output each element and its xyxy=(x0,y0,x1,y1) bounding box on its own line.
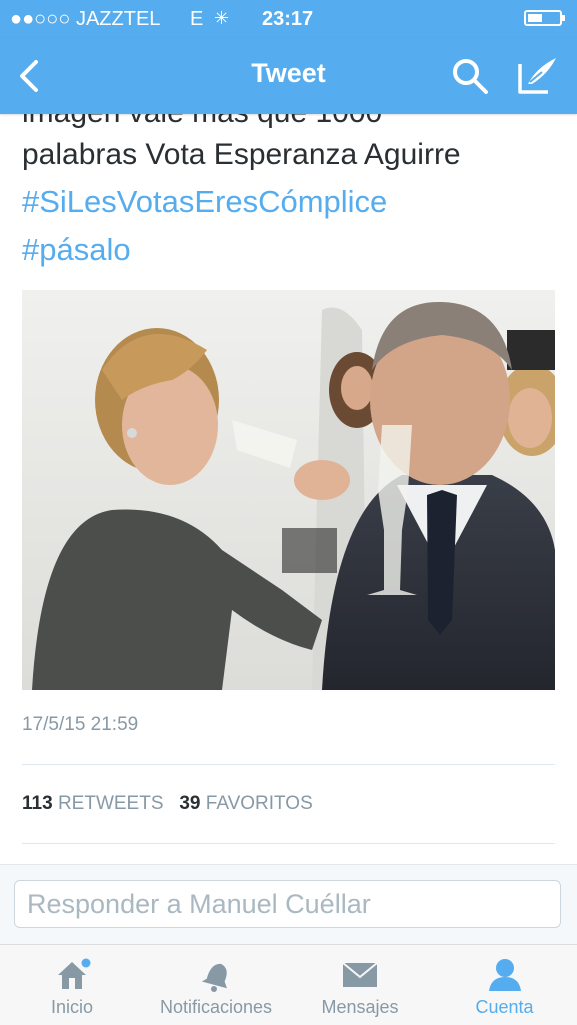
reply-input[interactable] xyxy=(14,880,561,928)
tweet-timestamp: 17/5/15 21:59 xyxy=(22,714,139,735)
person-icon xyxy=(488,959,521,991)
page-title: Tweet xyxy=(251,58,326,88)
clock: 23:17 xyxy=(262,8,314,30)
activity-spinner-icon: ✳ xyxy=(214,8,230,28)
reply-bar xyxy=(0,864,577,945)
retweets-count: 113 xyxy=(22,793,53,814)
divider xyxy=(22,764,555,765)
hashtag-link[interactable]: #SiLesVotasEresCómplice xyxy=(22,184,387,220)
unread-dot xyxy=(81,958,91,968)
carrier-label: ●●○○○ JAZZTEL xyxy=(10,8,161,30)
tab-messages[interactable]: Mensajes xyxy=(288,945,432,1025)
tab-bar: Inicio Notificaciones Mensajes Cuenta xyxy=(0,944,577,1025)
tweet-photo[interactable] xyxy=(22,290,555,690)
network-label: E xyxy=(190,8,204,30)
tab-home[interactable]: Inicio xyxy=(0,945,144,1025)
tweet-photo-image xyxy=(22,290,555,690)
tab-account[interactable]: Cuenta xyxy=(432,945,577,1025)
tab-label: Inicio xyxy=(50,997,94,1017)
retweets-stat[interactable]: 113 RETWEETS xyxy=(22,793,164,814)
tab-label: Notificaciones xyxy=(159,997,273,1017)
tab-label: Cuenta xyxy=(475,997,534,1017)
home-icon xyxy=(58,958,91,989)
tweet-text-line: palabras Vota Esperanza Aguirre xyxy=(22,138,461,171)
favorites-label: FAVORITOS xyxy=(205,793,313,814)
divider xyxy=(22,843,555,844)
battery-icon xyxy=(524,10,565,26)
envelope-icon xyxy=(342,962,378,987)
tab-notifications[interactable]: Notificaciones xyxy=(144,945,288,1025)
tab-label: Mensajes xyxy=(321,997,399,1017)
hashtag-link[interactable]: #pásalo xyxy=(22,232,131,268)
status-bar: ●●○○○ JAZZTEL E ✳ 23:17 xyxy=(0,0,577,38)
search-icon[interactable] xyxy=(450,56,490,96)
compose-icon[interactable] xyxy=(516,54,560,96)
favorites-count: 39 xyxy=(179,793,201,814)
favorites-stat[interactable]: 39 FAVORITOS xyxy=(179,793,312,814)
tweet-stats: 113 RETWEETS 39 FAVORITOS xyxy=(22,793,313,815)
bell-icon xyxy=(201,963,227,992)
nav-bar: Tweet xyxy=(0,38,577,114)
retweets-label: RETWEETS xyxy=(57,793,164,814)
